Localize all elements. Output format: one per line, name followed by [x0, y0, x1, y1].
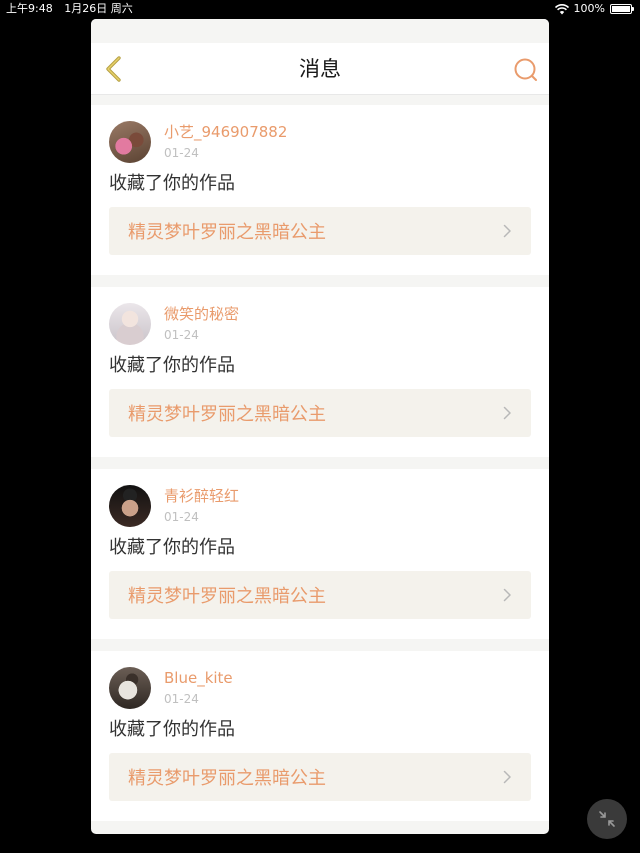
user-meta: 青衫醉轻红 01-24 — [164, 485, 239, 525]
chevron-right-icon — [503, 770, 511, 784]
work-link[interactable]: 精灵梦叶罗丽之黑暗公主 — [109, 571, 531, 619]
notification-list: 小艺_946907882 01-24 收藏了你的作品 精灵梦叶罗丽之黑暗公主 微… — [91, 95, 549, 821]
username[interactable]: Blue_kite — [164, 669, 233, 687]
status-time: 上午9:48 — [6, 2, 53, 15]
notification-message: 收藏了你的作品 — [109, 173, 235, 194]
chevron-right-icon — [503, 588, 511, 602]
notification-message: 收藏了你的作品 — [109, 355, 235, 376]
notification-card: Blue_kite 01-24 收藏了你的作品 精灵梦叶罗丽之黑暗公主 — [91, 651, 549, 821]
work-title: 精灵梦叶罗丽之黑暗公主 — [128, 586, 326, 607]
collapse-arrows-icon — [599, 811, 615, 827]
notification-message: 收藏了你的作品 — [109, 719, 235, 740]
work-title: 精灵梦叶罗丽之黑暗公主 — [128, 222, 326, 243]
status-date: 1月26日 周六 — [64, 2, 133, 15]
user-meta: 小艺_946907882 01-24 — [164, 121, 287, 161]
notification-date: 01-24 — [164, 692, 199, 706]
app-window: 消息 小艺_946907882 01-24 收藏了你的作品 精灵梦叶罗丽之黑暗公… — [91, 19, 549, 834]
avatar[interactable] — [109, 121, 151, 163]
work-link[interactable]: 精灵梦叶罗丽之黑暗公主 — [109, 389, 531, 437]
avatar[interactable] — [109, 303, 151, 345]
card-header: 微笑的秘密 01-24 — [109, 303, 531, 347]
avatar[interactable] — [109, 485, 151, 527]
nav-bar: 消息 — [91, 43, 549, 95]
user-meta: 微笑的秘密 01-24 — [164, 303, 239, 343]
work-title: 精灵梦叶罗丽之黑暗公主 — [128, 768, 326, 789]
battery-icon — [610, 4, 634, 14]
user-meta: Blue_kite 01-24 — [164, 667, 233, 707]
notification-date: 01-24 — [164, 146, 199, 160]
username[interactable]: 小艺_946907882 — [164, 123, 287, 141]
chevron-right-icon — [503, 224, 511, 238]
work-link[interactable]: 精灵梦叶罗丽之黑暗公主 — [109, 207, 531, 255]
username[interactable]: 青衫醉轻红 — [164, 487, 239, 505]
notification-message: 收藏了你的作品 — [109, 537, 235, 558]
notification-date: 01-24 — [164, 328, 199, 342]
page-title: 消息 — [299, 57, 341, 81]
work-title: 精灵梦叶罗丽之黑暗公主 — [128, 404, 326, 425]
notification-card: 微笑的秘密 01-24 收藏了你的作品 精灵梦叶罗丽之黑暗公主 — [91, 287, 549, 457]
collapse-button[interactable] — [587, 799, 627, 839]
search-icon[interactable] — [513, 57, 539, 83]
notification-date: 01-24 — [164, 510, 199, 524]
status-right: 100% — [554, 0, 634, 18]
card-header: Blue_kite 01-24 — [109, 667, 531, 711]
work-link[interactable]: 精灵梦叶罗丽之黑暗公主 — [109, 753, 531, 801]
chevron-right-icon — [503, 406, 511, 420]
status-bar: 上午9:48 1月26日 周六 100% — [0, 0, 640, 18]
battery-percent: 100% — [573, 2, 605, 15]
battery-fill — [612, 6, 630, 12]
notification-card: 青衫醉轻红 01-24 收藏了你的作品 精灵梦叶罗丽之黑暗公主 — [91, 469, 549, 639]
window-top-strip — [91, 19, 549, 43]
notification-card: 小艺_946907882 01-24 收藏了你的作品 精灵梦叶罗丽之黑暗公主 — [91, 105, 549, 275]
avatar[interactable] — [109, 667, 151, 709]
status-left: 上午9:48 1月26日 周六 — [6, 0, 141, 18]
card-header: 小艺_946907882 01-24 — [109, 121, 531, 165]
wifi-icon — [554, 3, 569, 14]
username[interactable]: 微笑的秘密 — [164, 305, 239, 323]
card-header: 青衫醉轻红 01-24 — [109, 485, 531, 529]
